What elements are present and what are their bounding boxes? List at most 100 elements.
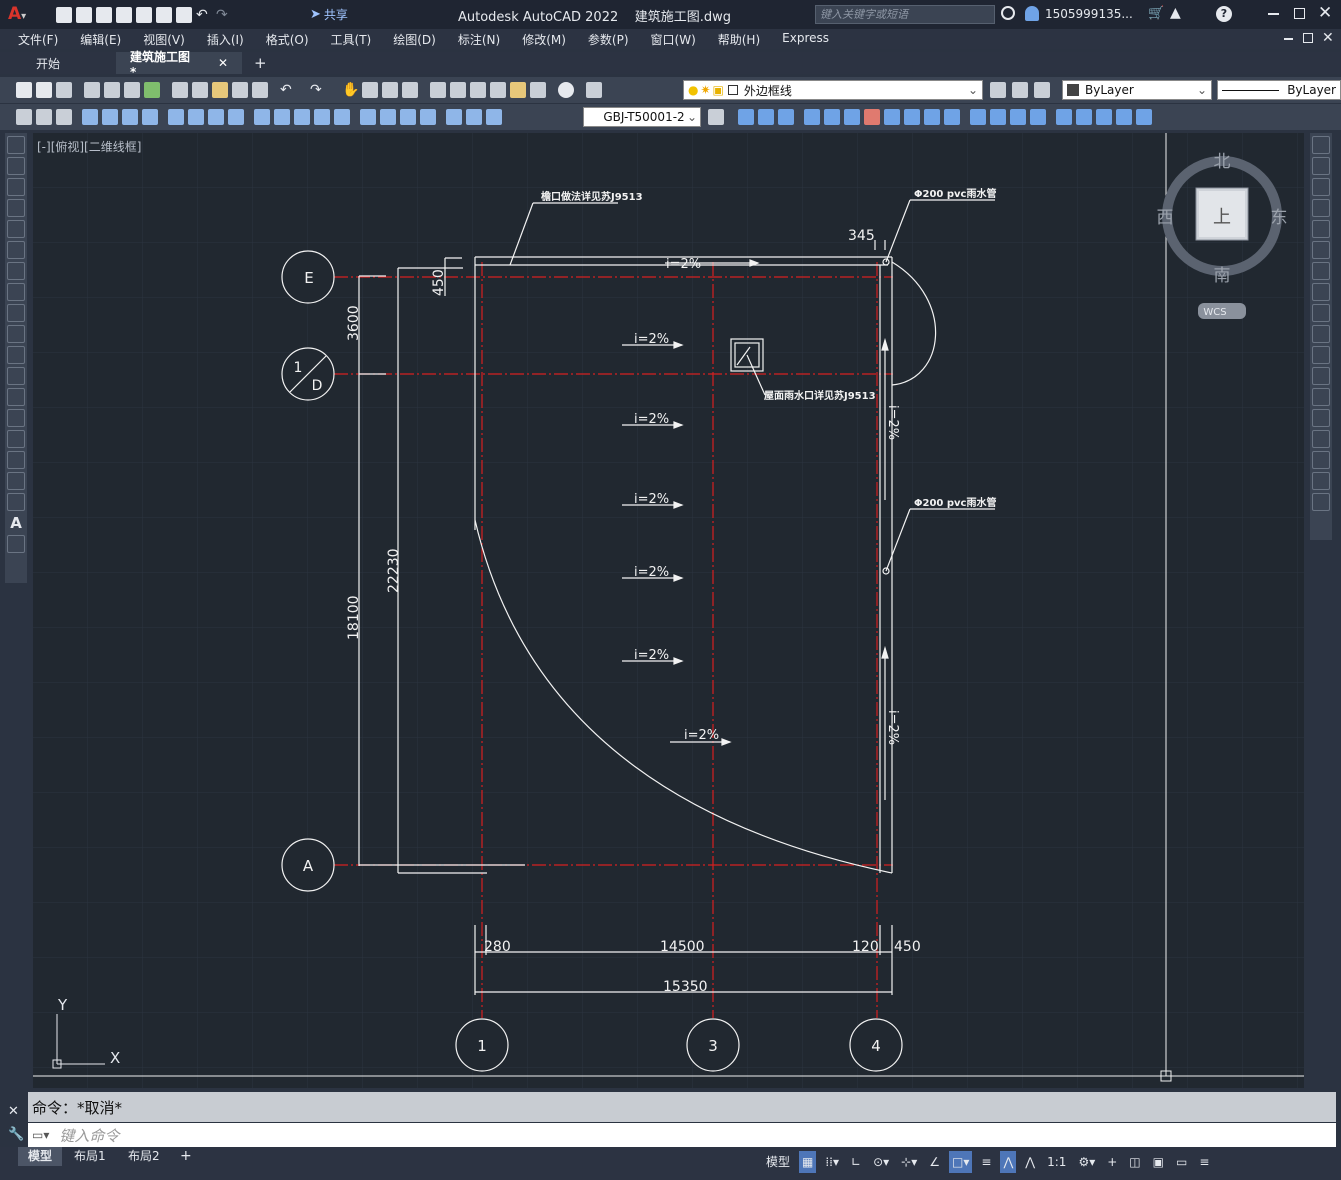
offset-icon[interactable] — [1312, 199, 1330, 217]
tab-drawing[interactable]: 建筑施工图* ✕ — [116, 50, 243, 79]
copy-object-icon[interactable] — [758, 109, 774, 125]
a360-icon[interactable]: ▲ — [1170, 5, 1181, 21]
markup-icon[interactable] — [510, 82, 526, 98]
lineweight-icon[interactable]: ≡ — [978, 1151, 994, 1173]
draworder-icon[interactable] — [1076, 109, 1092, 125]
explode-icon[interactable] — [1056, 109, 1072, 125]
open-web-icon[interactable] — [136, 7, 152, 23]
cut-icon[interactable] — [172, 82, 188, 98]
drawing-canvas[interactable]: [-][俯视][二维线框] E 1 D A 1 3 4 3600 18100 2… — [33, 133, 1304, 1088]
menu-modify[interactable]: 修改(M) — [522, 31, 566, 48]
zoom-prev-icon[interactable] — [402, 82, 418, 98]
polyline-icon[interactable] — [7, 178, 25, 196]
maximize-icon[interactable] — [1294, 8, 1305, 19]
help-icon[interactable] — [558, 82, 574, 98]
calculator-icon[interactable] — [530, 82, 546, 98]
layer-state-icon[interactable] — [1034, 82, 1050, 98]
baseline-dim-icon[interactable] — [274, 109, 290, 125]
cart-icon[interactable]: 🛒 — [1148, 6, 1164, 21]
rectangle-icon[interactable] — [7, 220, 25, 238]
tool-icon-2[interactable] — [36, 109, 52, 125]
table-icon[interactable] — [7, 493, 25, 511]
annomonitor-icon[interactable]: + — [1104, 1151, 1120, 1173]
dim-break-icon[interactable] — [334, 109, 350, 125]
search-icon[interactable] — [1001, 6, 1015, 20]
color-dropdown[interactable]: ByLayer ⌄ — [1062, 80, 1212, 100]
search-box[interactable]: 键入关键字或短语 — [815, 5, 995, 24]
chamfer-icon[interactable] — [1010, 109, 1026, 125]
preview-icon[interactable] — [104, 82, 120, 98]
dim-update-icon[interactable] — [486, 109, 502, 125]
drawing-svg[interactable]: [-][俯视][二维线框] E 1 D A 1 3 4 3600 18100 2… — [33, 133, 1304, 1088]
compass-east[interactable]: 东 — [1271, 208, 1288, 228]
ellipse-arc-icon[interactable] — [7, 346, 25, 364]
snap-icon[interactable]: ⁞⁞▾ — [822, 1151, 842, 1173]
extend-icon[interactable] — [1312, 346, 1330, 364]
move-icon[interactable] — [1312, 241, 1330, 259]
blend-icon[interactable] — [1096, 109, 1112, 125]
command-close-icon[interactable]: ✕ — [8, 1104, 19, 1119]
trim-icon[interactable] — [1312, 325, 1330, 343]
command-customize-icon[interactable]: 🔧 — [8, 1127, 24, 1142]
dimedit-icon[interactable] — [446, 109, 462, 125]
quick-dim-icon[interactable] — [254, 109, 270, 125]
ortho-icon[interactable]: ∟ — [848, 1151, 864, 1173]
clean-screen-icon[interactable]: ▭ — [1173, 1151, 1190, 1173]
region-icon[interactable] — [7, 472, 25, 490]
add-selected-icon[interactable] — [7, 535, 25, 553]
tool-icon-3[interactable] — [56, 109, 72, 125]
share-button[interactable]: ➤ 共享 — [310, 6, 348, 23]
new-tab-icon[interactable]: + — [254, 54, 267, 72]
menu-draw[interactable]: 绘图(D) — [393, 31, 436, 48]
user-icon[interactable] — [1025, 6, 1039, 21]
copy-icon[interactable] — [1312, 157, 1330, 175]
dim-space-icon[interactable] — [314, 109, 330, 125]
zoom-realtime-icon[interactable] — [362, 82, 378, 98]
ordinate-dim-icon[interactable] — [142, 109, 158, 125]
annotation-visibility-icon[interactable]: ⋀ — [1000, 1151, 1017, 1173]
workspace-icon[interactable]: ⚙▾ — [1075, 1151, 1098, 1173]
command-prompt-icon[interactable]: ▭▾ — [32, 1128, 49, 1142]
compass-north[interactable]: 北 — [1214, 152, 1231, 172]
inspect-icon[interactable] — [400, 109, 416, 125]
qnew-icon[interactable] — [16, 82, 32, 98]
undo-icon[interactable]: ↶ — [196, 7, 212, 23]
block-editor-icon[interactable] — [252, 82, 268, 98]
save-icon[interactable] — [96, 7, 112, 23]
tab-layout1[interactable]: 布局1 — [66, 1147, 114, 1166]
stretch-icon[interactable] — [1312, 304, 1330, 322]
hatch-icon[interactable] — [7, 430, 25, 448]
isodraft-icon[interactable]: ⊹▾ — [898, 1151, 920, 1173]
scale-icon[interactable] — [884, 109, 900, 125]
aligned-dim-icon[interactable] — [102, 109, 118, 125]
tab-close-icon[interactable]: ✕ — [218, 56, 228, 70]
gradient-icon[interactable] — [7, 451, 25, 469]
publish-icon[interactable] — [124, 82, 140, 98]
zoom-window-icon[interactable] — [382, 82, 398, 98]
menu-dimension[interactable]: 标注(N) — [458, 31, 500, 48]
blend-icon[interactable] — [1312, 472, 1330, 490]
undo-icon[interactable]: ↶ — [280, 82, 296, 98]
join-icon[interactable] — [990, 109, 1006, 125]
menu-edit[interactable]: 编辑(E) — [80, 31, 121, 48]
tab-start[interactable]: 开始 — [22, 52, 74, 74]
save-web-icon[interactable] — [156, 7, 172, 23]
polygon-icon[interactable] — [7, 199, 25, 217]
properties-icon[interactable] — [430, 82, 446, 98]
break-icon[interactable] — [1312, 388, 1330, 406]
dimtedit-icon[interactable] — [466, 109, 482, 125]
break-icon[interactable] — [970, 109, 986, 125]
save-as-icon[interactable] — [116, 7, 132, 23]
break-point-icon[interactable] — [1312, 367, 1330, 385]
viewport-label[interactable]: [-][俯视][二维线框] — [37, 139, 141, 154]
grid-icon[interactable]: ▦ — [799, 1151, 817, 1173]
autoscale-icon[interactable]: ⋀ — [1022, 1151, 1038, 1173]
tool-palettes-icon[interactable] — [470, 82, 486, 98]
menu-file[interactable]: 文件(F) — [18, 31, 58, 48]
jogged-dim-icon[interactable] — [188, 109, 204, 125]
radius-dim-icon[interactable] — [168, 109, 184, 125]
tool-icon-1[interactable] — [16, 109, 32, 125]
trim-icon[interactable] — [924, 109, 940, 125]
dim-style-icon[interactable] — [708, 109, 724, 125]
move-icon[interactable] — [844, 109, 860, 125]
